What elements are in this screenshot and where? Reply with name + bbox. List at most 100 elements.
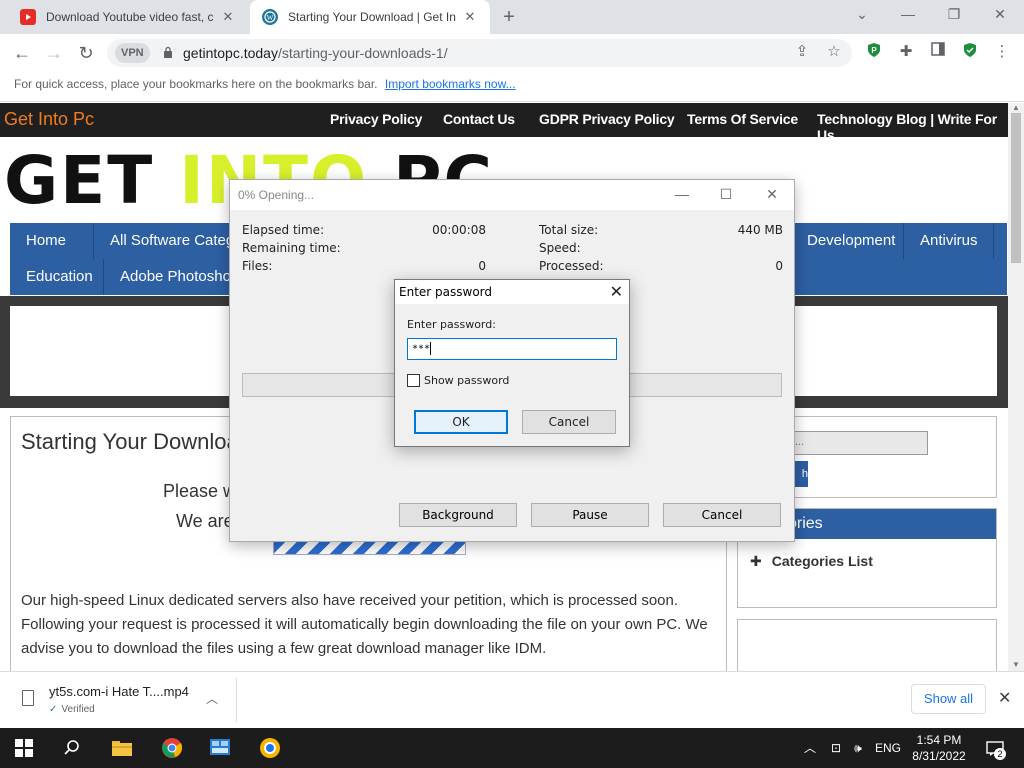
close-download-bar-icon[interactable]: ✕ xyxy=(998,688,1011,708)
scroll-down-icon[interactable]: ▼ xyxy=(1012,660,1020,669)
import-bookmarks-link[interactable]: Import bookmarks now... xyxy=(385,77,516,91)
nav-development[interactable]: Development xyxy=(790,223,904,259)
nav-technology-blog[interactable]: Technology Blog | Write For Us xyxy=(817,111,1008,143)
nav-home[interactable]: Home xyxy=(10,223,94,259)
notification-count: 2 xyxy=(994,748,1006,760)
extensions-puzzle-icon[interactable]: ✚ xyxy=(896,42,916,62)
ok-button[interactable]: OK xyxy=(414,410,508,434)
minimize-icon[interactable]: — xyxy=(898,6,918,22)
network-icon[interactable]: ⊡ xyxy=(824,728,848,768)
bookmark-star-icon[interactable]: ☆ xyxy=(824,42,844,62)
download-info-paragraph: Our high-speed Linux dedicated servers a… xyxy=(21,592,708,657)
categories-list-item[interactable]: ✚ Categories List xyxy=(750,553,873,570)
reload-icon[interactable]: ↻ xyxy=(74,41,98,65)
text-caret xyxy=(430,342,432,355)
page-title: Starting Your Downloa xyxy=(21,429,239,454)
notifications-icon[interactable]: 2 xyxy=(982,728,1008,768)
close-tab-icon[interactable]: ✕ xyxy=(462,9,478,25)
sidebar-search-input[interactable]: ... xyxy=(788,431,928,455)
password-dialog-title-bar[interactable]: Enter password ✕ xyxy=(395,280,629,304)
volume-icon[interactable]: 🕪 xyxy=(848,728,868,768)
show-password-checkbox[interactable]: Show password xyxy=(407,374,509,387)
lock-icon[interactable] xyxy=(163,46,173,58)
share-icon[interactable]: ⇪ xyxy=(792,42,812,62)
we-are-text: We are xyxy=(176,511,234,531)
download-file-name[interactable]: yt5s.com-i Hate T....mp4 xyxy=(49,684,189,699)
bookmarks-bar: For quick access, place your bookmarks h… xyxy=(0,72,1024,102)
url-host: getintopc.today xyxy=(183,45,278,61)
clock-date: 8/31/2022 xyxy=(912,749,966,763)
extraction-title-bar[interactable]: 0% Opening... — ☐ ✕ xyxy=(230,180,794,210)
wordpress-favicon-icon: W xyxy=(262,9,278,25)
back-icon[interactable]: ← xyxy=(10,41,34,65)
file-explorer-icon[interactable] xyxy=(98,728,146,768)
clock[interactable]: 1:54 PM 8/31/2022 xyxy=(906,732,972,764)
cancel-button[interactable]: Cancel xyxy=(522,410,616,434)
page-scrollbar[interactable]: ▲ ▼ xyxy=(1008,103,1024,671)
close-window-icon[interactable]: ✕ xyxy=(990,6,1010,23)
nav-gdpr-privacy-policy[interactable]: GDPR Privacy Policy xyxy=(539,111,675,127)
elapsed-time-label: Elapsed time: xyxy=(242,223,325,237)
url-path: /starting-your-downloads-1/ xyxy=(277,45,448,61)
pause-button[interactable]: Pause xyxy=(531,503,649,527)
site-brand[interactable]: Get Into Pc xyxy=(4,109,94,130)
tray-overflow-icon[interactable]: ︿ xyxy=(800,728,820,768)
nav-contact-us[interactable]: Contact Us xyxy=(443,111,515,127)
search-icon[interactable] xyxy=(48,728,96,768)
close-tab-icon[interactable]: ✕ xyxy=(220,9,236,25)
cancel-extraction-button[interactable]: Cancel xyxy=(663,503,781,527)
restore-icon[interactable]: ❐ xyxy=(944,6,964,23)
address-bar[interactable]: VPN getintopc.today/starting-your-downlo… xyxy=(107,39,852,67)
chevron-up-icon[interactable]: ︿ xyxy=(206,690,218,707)
svg-text:P: P xyxy=(871,46,877,55)
nav-terms-of-service[interactable]: Terms Of Service xyxy=(687,111,798,127)
scrollbar-thumb[interactable] xyxy=(1011,113,1021,263)
new-tab-icon[interactable]: + xyxy=(498,6,520,29)
processed-value: 0 xyxy=(775,259,783,273)
show-all-button[interactable]: Show all xyxy=(911,684,986,714)
divider xyxy=(236,678,237,722)
checkmark-icon: ✓ xyxy=(49,704,58,715)
clock-time: 1:54 PM xyxy=(916,733,962,747)
extension-shield-icon[interactable]: P xyxy=(864,42,884,62)
processed-label: Processed: xyxy=(539,259,604,273)
vpn-badge[interactable]: VPN xyxy=(115,43,150,63)
nav-privacy-policy[interactable]: Privacy Policy xyxy=(330,111,422,127)
files-label: Files: xyxy=(242,259,273,273)
page-progress-bar xyxy=(273,541,466,555)
windows-start-icon[interactable] xyxy=(0,728,48,768)
scroll-up-icon[interactable]: ▲ xyxy=(1012,103,1020,112)
url-text[interactable]: getintopc.today/starting-your-downloads-… xyxy=(183,45,448,61)
browser-app-icon[interactable] xyxy=(246,728,294,768)
total-size-value: 440 MB xyxy=(737,223,783,237)
nav-antivirus[interactable]: Antivirus xyxy=(904,223,994,259)
control-panel-icon[interactable] xyxy=(196,728,244,768)
chrome-icon[interactable] xyxy=(148,728,196,768)
forward-icon[interactable]: → xyxy=(42,41,66,65)
checkbox-box[interactable] xyxy=(407,374,420,387)
nav-education[interactable]: Education xyxy=(10,259,104,295)
language-indicator[interactable]: ENG xyxy=(872,728,904,768)
tab-youtube-download[interactable]: Download Youtube video fast, co ✕ xyxy=(8,0,248,34)
tab-starting-download[interactable]: W Starting Your Download | Get Int ✕ xyxy=(250,0,490,34)
plus-icon: ✚ xyxy=(750,553,762,569)
tab-search-icon[interactable]: ⌄ xyxy=(852,6,872,23)
password-masked-value: *** xyxy=(412,343,431,355)
taskbar: ︿ ⊡ 🕪 ENG 1:54 PM 8/31/2022 2 xyxy=(0,728,1024,768)
enter-password-dialog: Enter password ✕ Enter password: *** Sho… xyxy=(394,279,630,447)
close-icon[interactable]: ✕ xyxy=(610,282,623,302)
elapsed-time-value: 00:00:08 xyxy=(432,223,486,237)
maximize-icon[interactable]: ☐ xyxy=(714,186,738,203)
remaining-time-label: Remaining time: xyxy=(242,241,341,255)
download-shelf: yt5s.com-i Hate T....mp4 ✓ Verified ︿ Sho… xyxy=(0,671,1024,728)
background-button[interactable]: Background xyxy=(399,503,517,527)
download-status-text: Verified xyxy=(61,704,95,715)
security-extension-icon[interactable] xyxy=(960,42,980,62)
please-wait-text: Please w xyxy=(163,481,237,501)
side-panel-icon[interactable] xyxy=(928,42,948,62)
tab-strip: Download Youtube video fast, co ✕ W Star… xyxy=(0,0,1024,34)
minimize-icon[interactable]: — xyxy=(670,186,694,202)
password-input[interactable]: *** xyxy=(407,338,617,360)
close-icon[interactable]: ✕ xyxy=(760,186,784,203)
browser-menu-icon[interactable]: ⋮ xyxy=(992,42,1012,62)
